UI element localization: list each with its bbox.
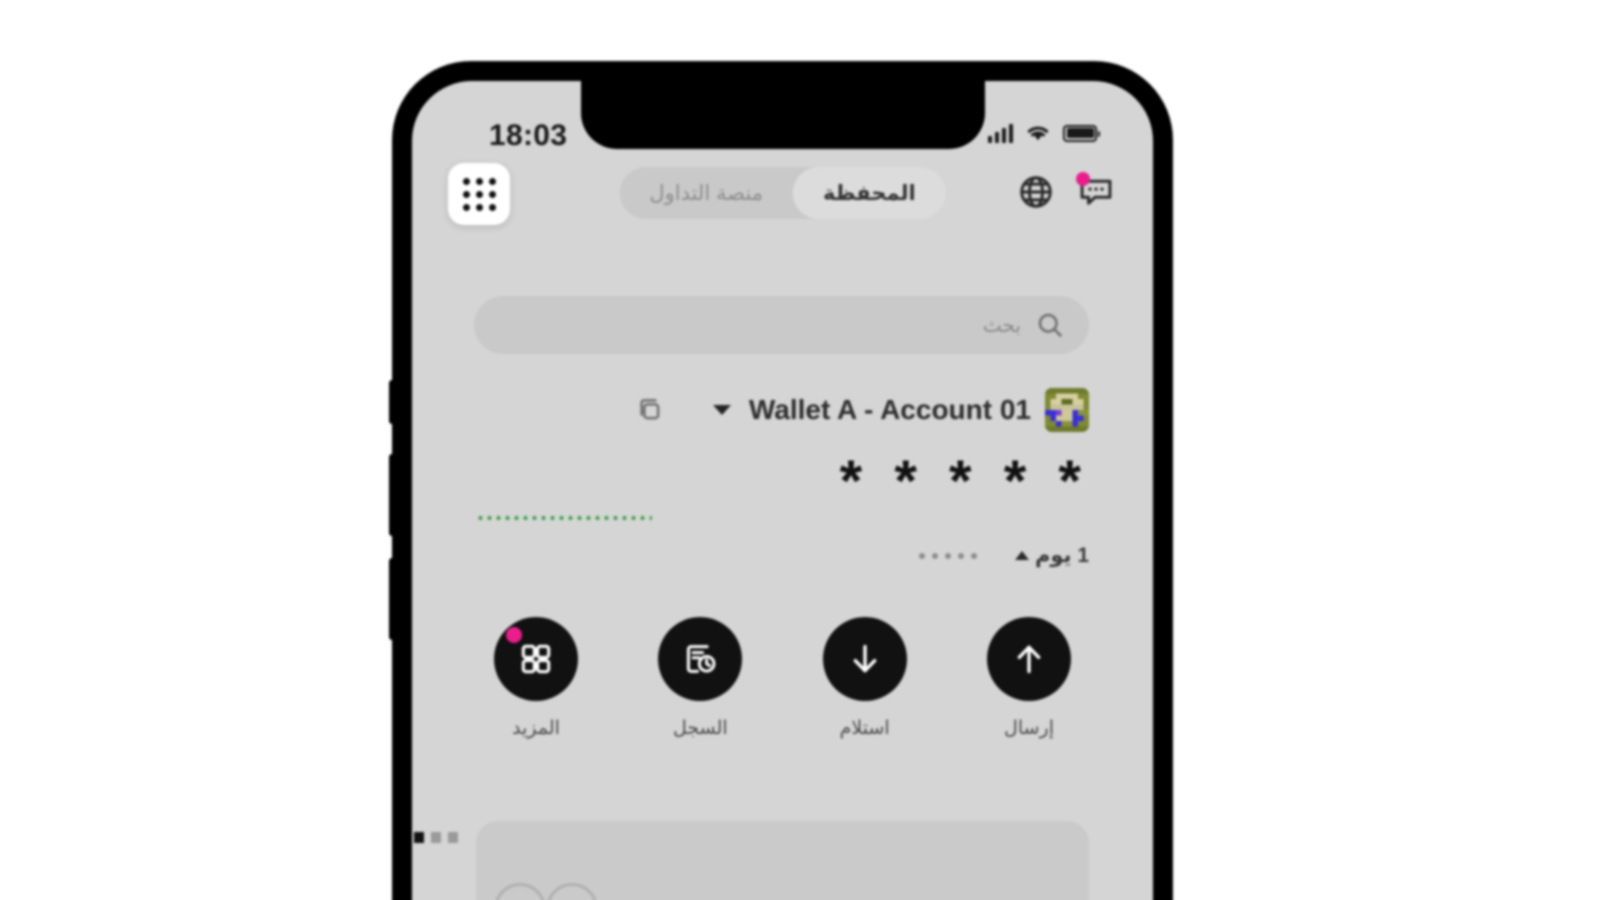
arrow-up-icon[interactable] [987,617,1071,701]
action-more-label: المزيد [512,718,560,739]
wifi-icon [1027,126,1049,141]
search-input[interactable]: بحث [474,296,1089,354]
page-indicator[interactable] [414,832,458,843]
tab-trading-platform[interactable]: منصة التداول [619,167,793,219]
phone-frame: 18:03 المحفظة منصة التداول بحث Wallet A … [389,62,1172,900]
top-bar-icon-group [1017,172,1115,211]
grid-squares-icon[interactable] [494,617,579,701]
quick-actions-row: إرسال استلام السجل المزيد [476,617,1089,740]
arrow-up-triangle-icon [1015,551,1030,560]
action-send-label: إرسال [1004,718,1054,739]
status-bar-time: 18:03 [489,119,568,152]
page-dot-2[interactable] [431,832,441,843]
notification-dot [506,627,523,643]
action-history-label: السجل [673,718,728,739]
notification-dot [1076,172,1090,186]
token-pair-icon [494,883,598,900]
page-dot-3[interactable] [448,832,458,843]
silent-switch-button[interactable] [389,380,395,424]
wallet-trading-tab-switch[interactable]: المحفظة منصة التداول [619,167,946,219]
wallet-app-content: المحفظة منصة التداول بحث Wallet A - Acco… [412,81,1153,900]
screenshot-stage: 18:03 المحفظة منصة التداول بحث Wallet A … [0,0,1600,900]
avatar [1045,388,1089,432]
change-period-label[interactable]: 1 يوم [1035,543,1089,568]
grid-menu-icon[interactable] [448,163,510,225]
token-ring-2 [494,883,546,900]
action-send[interactable]: إرسال [969,617,1089,740]
balance-change-row: 1 يوم [919,543,1089,568]
asset-card[interactable] [476,821,1089,900]
action-more[interactable]: المزيد [476,617,596,740]
volume-down-button[interactable] [389,558,395,640]
arrow-down-icon[interactable] [822,617,907,701]
copy-icon[interactable] [635,395,665,425]
account-selector[interactable]: Wallet A - Account 01 [635,388,1089,432]
balance-amount[interactable]: * * * * * [840,453,1089,511]
action-history[interactable]: السجل [640,617,760,740]
action-receive-label: استلام [839,718,890,739]
token-ring-1 [546,883,598,900]
search-placeholder: بحث [982,314,1021,337]
change-value-masked [919,552,978,559]
history-icon[interactable] [658,617,743,701]
grid-menu-dots [462,177,496,211]
balance-sparkline-chart [476,515,652,521]
phone-screen: 18:03 المحفظة منصة التداول بحث Wallet A … [412,81,1153,900]
chevron-down-icon[interactable] [712,405,731,415]
account-name[interactable]: Wallet A - Account 01 [749,394,1031,426]
volume-up-button[interactable] [389,454,395,536]
status-bar-icons [987,123,1100,143]
signal-bars-icon [987,123,1013,143]
chat-bubble-icon[interactable] [1076,172,1115,211]
tab-wallet[interactable]: المحفظة [793,167,946,219]
battery-icon [1063,124,1100,142]
action-receive[interactable]: استلام [805,617,925,740]
search-icon [1035,310,1065,340]
app-top-bar: المحفظة منصة التداول [412,163,1153,237]
phone-notch [580,81,985,149]
globe-icon[interactable] [1017,173,1055,211]
page-dot-1[interactable] [414,832,424,843]
